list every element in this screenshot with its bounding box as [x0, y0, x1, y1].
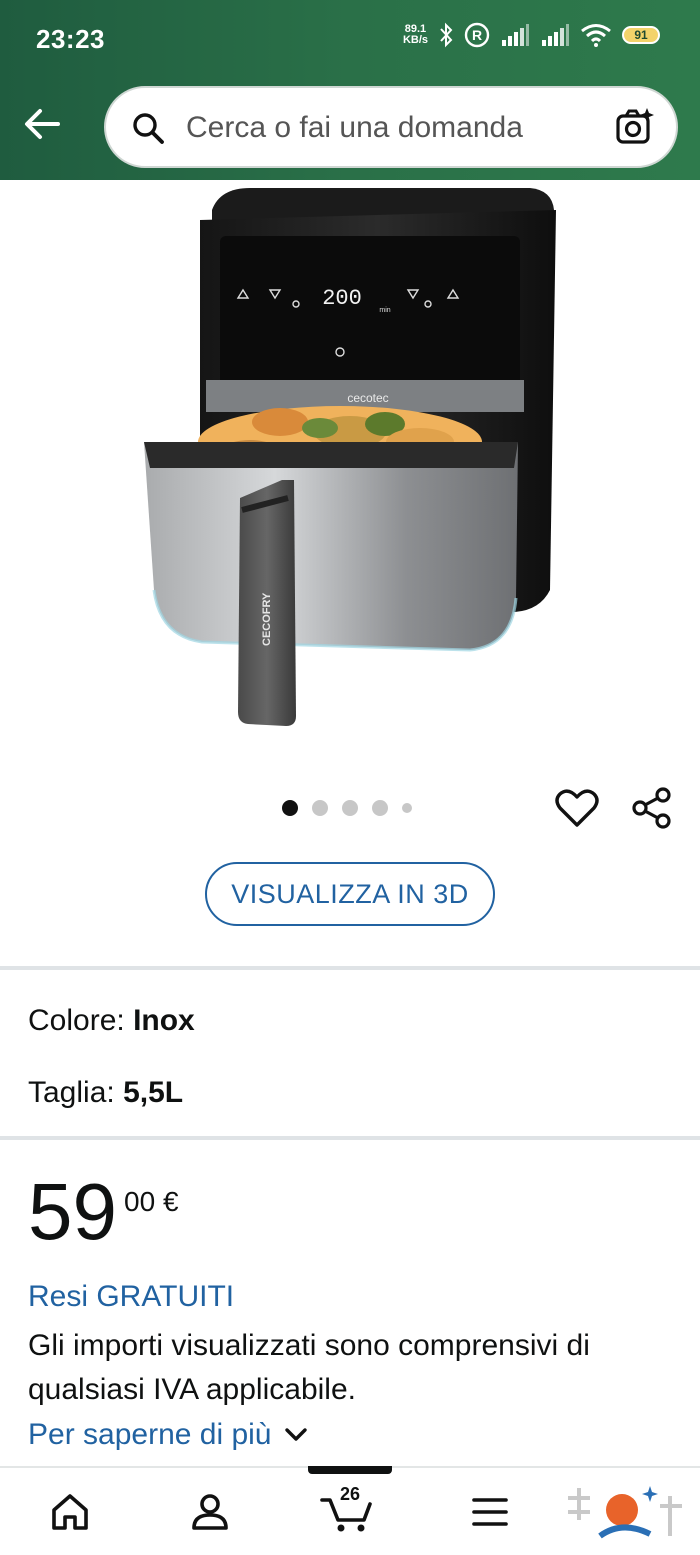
camera-search-icon[interactable]	[614, 106, 656, 148]
free-returns-link[interactable]: Resi GRATUITI	[28, 1280, 234, 1314]
search-input[interactable]: Cerca o fai una domanda	[186, 111, 523, 145]
battery-indicator: 91	[622, 26, 660, 44]
carousel-dot[interactable]	[282, 800, 298, 816]
home-icon[interactable]	[48, 1490, 92, 1534]
svg-text:R: R	[472, 27, 482, 43]
account-icon[interactable]	[188, 1490, 232, 1534]
price-whole: 59	[28, 1167, 117, 1256]
color-value: Inox	[133, 1004, 195, 1037]
color-selector[interactable]: Colore: Inox	[28, 1004, 195, 1038]
size-value: 5,5L	[123, 1076, 184, 1109]
registered-icon: R	[464, 22, 490, 48]
view-in-3d-button[interactable]: VISUALIZZA IN 3D	[205, 862, 495, 926]
status-time: 23:23	[36, 24, 105, 54]
section-divider	[0, 966, 700, 970]
signal-icon	[542, 24, 569, 46]
product-image[interactable]: 200 min cecotec CECOFRY	[120, 180, 580, 740]
signal-icon	[502, 24, 529, 46]
cart-count-badge: 26	[340, 1484, 361, 1504]
size-selector[interactable]: Taglia: 5,5L	[28, 1076, 183, 1110]
size-label: Taglia:	[28, 1076, 115, 1109]
chevron-down-icon	[284, 1428, 307, 1441]
network-speed: 89.1 KB/s	[402, 23, 428, 46]
color-label: Colore:	[28, 1004, 125, 1037]
learn-more-label: Per saperne di più	[28, 1418, 272, 1451]
active-tab-indicator	[308, 1466, 392, 1474]
learn-more-link[interactable]: Per saperne di più	[28, 1418, 308, 1452]
wifi-icon	[581, 24, 611, 47]
price: 59 00 €	[28, 1172, 179, 1252]
status-bar: 23:23 89.1 KB/s R 91	[0, 0, 700, 80]
search-bar[interactable]: Cerca o fai una domanda	[104, 86, 678, 168]
fryer-temp-display: 200	[322, 286, 362, 311]
menu-icon[interactable]	[468, 1490, 512, 1534]
handle-brand-label: CECOFRY	[261, 592, 273, 646]
tax-note: Gli importi visualizzati sono comprensiv…	[28, 1329, 590, 1406]
heart-icon[interactable]	[554, 786, 600, 830]
app-header: 23:23 89.1 KB/s R 91 Cerca o fai una dom…	[0, 0, 700, 180]
carousel-dot[interactable]	[312, 800, 328, 816]
back-arrow-icon[interactable]	[20, 102, 64, 146]
section-divider	[0, 1136, 700, 1140]
carousel-dot[interactable]	[342, 800, 358, 816]
status-icons: 89.1 KB/s R 91	[403, 22, 660, 48]
search-icon	[133, 113, 164, 144]
image-carousel-dots[interactable]	[282, 800, 412, 816]
price-fraction-currency: 00 €	[124, 1186, 179, 1217]
bluetooth-icon	[440, 22, 453, 48]
fryer-brand-logo: cecotec	[347, 391, 388, 405]
share-icon[interactable]	[630, 786, 674, 830]
carousel-dot[interactable]	[372, 800, 388, 816]
carousel-dot[interactable]	[402, 803, 412, 813]
watermark-logo	[568, 1486, 682, 1539]
bottom-navigation: 26	[0, 1466, 700, 1555]
fryer-unit-display: min	[379, 307, 390, 314]
